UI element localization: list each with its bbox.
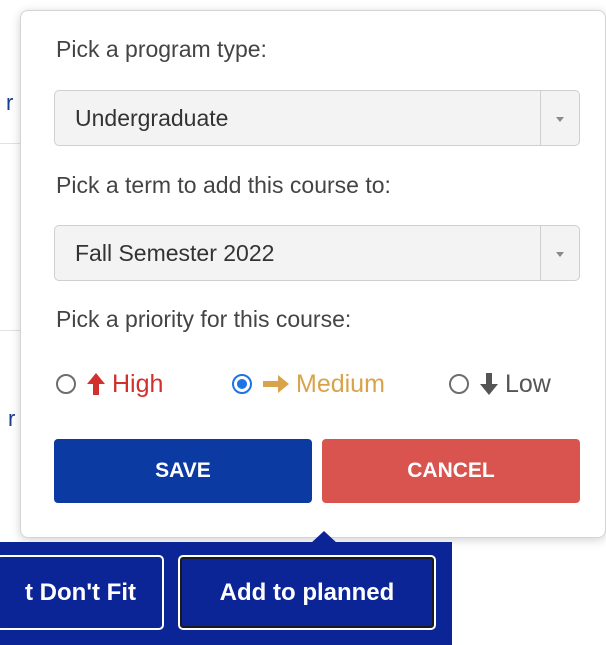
priority-option-low[interactable]: Low — [449, 367, 551, 401]
program-type-label: Pick a program type: — [56, 36, 267, 62]
chevron-down-icon — [556, 117, 564, 122]
priority-low-radio[interactable] — [449, 374, 469, 394]
priority-option-medium[interactable]: Medium — [232, 367, 385, 401]
dont-fit-button[interactable]: t Don't Fit — [0, 555, 164, 630]
program-type-value: Undergraduate — [75, 105, 229, 131]
arrow-up-icon — [87, 373, 105, 395]
popover-pointer — [310, 531, 338, 544]
program-type-select[interactable]: Undergraduate — [54, 90, 580, 146]
bg-divider — [0, 143, 20, 144]
dont-fit-label: t Don't Fit — [25, 578, 136, 606]
term-label: Pick a term to add this course to: — [56, 172, 391, 198]
add-to-planned-button[interactable]: Add to planned — [178, 555, 436, 630]
select-arrow[interactable] — [540, 91, 579, 145]
priority-high-label: High — [112, 369, 164, 398]
arrow-down-icon — [480, 373, 498, 395]
cancel-button[interactable]: CANCEL — [322, 439, 580, 503]
select-arrow[interactable] — [540, 226, 579, 280]
priority-label: Pick a priority for this course: — [56, 306, 352, 332]
priority-option-high[interactable]: High — [56, 367, 163, 401]
bg-text-fragment: r — [6, 90, 14, 115]
add-to-planned-label: Add to planned — [219, 578, 395, 606]
arrow-right-icon — [263, 375, 289, 393]
term-value: Fall Semester 2022 — [75, 240, 275, 266]
priority-low-label: Low — [505, 369, 551, 398]
priority-radio-group: High Medium Low — [21, 367, 605, 401]
priority-high-radio[interactable] — [56, 374, 76, 394]
chevron-down-icon — [556, 252, 564, 257]
priority-medium-radio[interactable] — [232, 374, 252, 394]
term-select[interactable]: Fall Semester 2022 — [54, 225, 580, 281]
bg-text-fragment: r — [8, 406, 16, 431]
priority-medium-label: Medium — [296, 369, 385, 398]
save-button[interactable]: SAVE — [54, 439, 312, 503]
bg-divider — [0, 330, 20, 331]
add-course-popover: Pick a program type: Undergraduate Pick … — [20, 10, 606, 538]
